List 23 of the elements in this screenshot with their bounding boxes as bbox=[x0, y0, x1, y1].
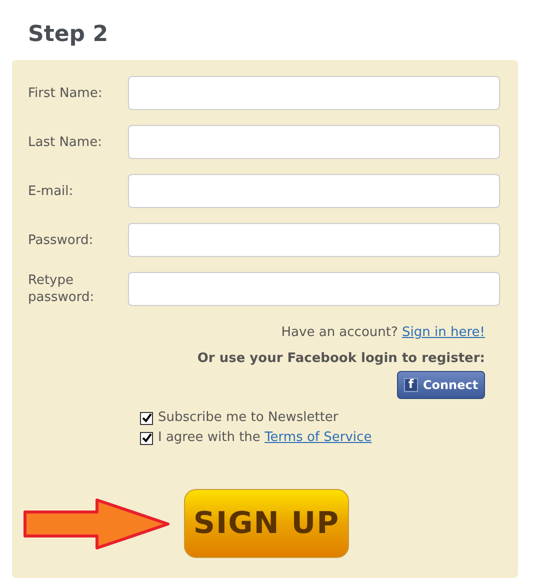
checkbox[interactable] bbox=[140, 432, 153, 444]
sign-up-button[interactable]: SIGN UP bbox=[184, 489, 349, 558]
field-label: First Name: bbox=[28, 84, 104, 102]
checkbox[interactable] bbox=[140, 412, 153, 424]
checkbox-label: Subscribe me to Newsletter bbox=[158, 409, 338, 427]
facebook-prompt: Or use your Facebook login to register: bbox=[197, 350, 485, 368]
step-heading: Step 2 bbox=[28, 21, 108, 49]
account-prompt: Have an account? Sign in here! bbox=[281, 324, 485, 342]
arrow-icon bbox=[22, 498, 172, 550]
sign-in-link[interactable]: Sign in here! bbox=[402, 325, 485, 340]
text-field[interactable] bbox=[128, 76, 500, 110]
field-label: E-mail: bbox=[28, 182, 74, 200]
field-label: Retype password: bbox=[28, 272, 96, 306]
facebook-connect-button[interactable]: f Connect bbox=[397, 371, 485, 399]
field-label: Password: bbox=[28, 232, 94, 248]
facebook-logo-icon: f bbox=[404, 378, 418, 392]
text-field[interactable] bbox=[128, 272, 500, 306]
text-field[interactable] bbox=[128, 223, 500, 257]
text-field[interactable] bbox=[128, 125, 500, 159]
checkbox-label: I agree with the Terms of Service bbox=[158, 429, 372, 447]
terms-link[interactable]: Terms of Service bbox=[264, 430, 372, 445]
field-label: Last Name: bbox=[28, 134, 103, 150]
text-field[interactable] bbox=[128, 174, 500, 208]
